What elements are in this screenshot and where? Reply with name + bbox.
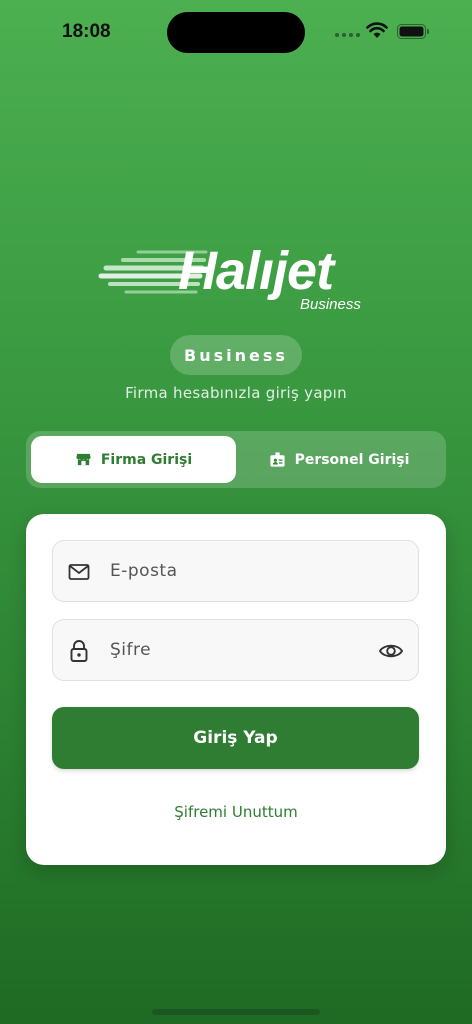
cellular-signal-icon [335, 33, 360, 37]
dynamic-island [167, 12, 305, 53]
tab-personel-label: Personel Girişi [294, 451, 410, 468]
logo-subtitle: Business [300, 296, 361, 313]
mail-icon [68, 564, 90, 580]
app-logo: Halıjet Business [98, 240, 374, 320]
password-field[interactable]: Şifre [52, 619, 419, 681]
home-indicator[interactable] [152, 1009, 320, 1015]
lock-icon [70, 640, 88, 662]
eye-icon[interactable] [378, 639, 404, 663]
tab-personel-login[interactable]: Personel Girişi [238, 436, 440, 483]
status-time: 18:08 [62, 21, 111, 42]
email-placeholder: E-posta [110, 561, 178, 581]
email-field[interactable]: E-posta [52, 540, 419, 602]
battery-icon [397, 24, 429, 39]
wifi-icon [366, 22, 388, 38]
forgot-password-link[interactable]: Şifremi Unuttum [26, 803, 446, 821]
login-subtitle: Firma hesabınızla giriş yapın [125, 384, 347, 402]
tab-firma-label: Firma Girişi [100, 451, 193, 468]
business-badge: Business [170, 335, 302, 375]
store-icon [76, 453, 91, 466]
logo-wordmark: Halıjet [178, 241, 334, 301]
login-card: E-posta Şifre Giriş Yap Şifremi Unuttum [26, 514, 446, 865]
password-placeholder: Şifre [110, 640, 152, 660]
badge-icon [269, 452, 285, 467]
login-button[interactable]: Giriş Yap [52, 707, 419, 769]
status-bar: 18:08 [0, 0, 472, 64]
tab-firma-login[interactable]: Firma Girişi [31, 436, 236, 483]
login-type-tabs: Firma Girişi Personel Girişi [26, 431, 446, 488]
